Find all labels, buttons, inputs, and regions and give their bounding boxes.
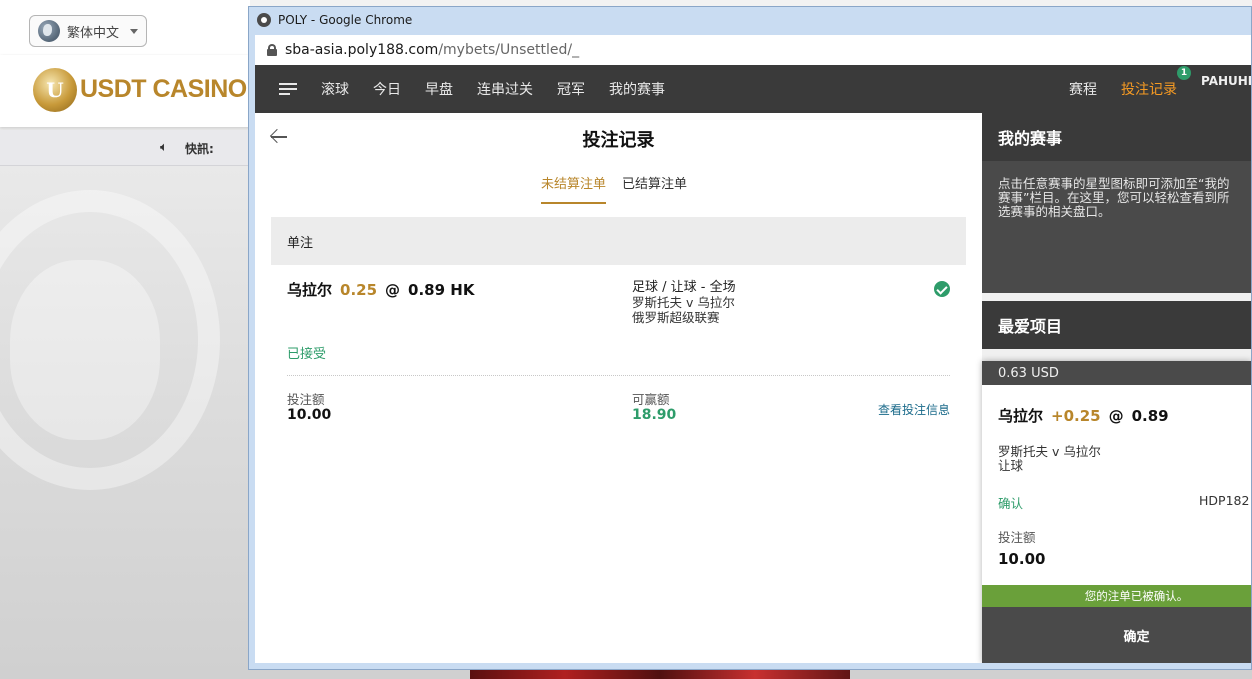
section-single-bets: 单注 [271, 217, 966, 265]
nav-item-schedule[interactable]: 赛程 [1069, 79, 1097, 99]
nav-item-my-events[interactable]: 我的赛事 [609, 79, 665, 99]
casino-logo-icon[interactable]: U [33, 68, 77, 112]
tab-unsettled[interactable]: 未结算注单 [541, 173, 607, 204]
top-nav: 滚球 今日 早盘 连串过关 冠军 我的赛事 赛程 投注记录 1 PAHUHK [255, 65, 1251, 113]
popup-balance: 0.63 USD [982, 361, 1251, 385]
favorites-title: 最爱项目 [998, 317, 1063, 336]
bet-league: 俄罗斯超级联赛 [632, 310, 720, 325]
nav-item-live[interactable]: 滚球 [321, 79, 349, 99]
language-select[interactable]: 繁体中文 [29, 15, 147, 47]
casino-logo-band: U USDT CASINO [0, 55, 250, 127]
popup-stake-label: 投注额 [998, 530, 1036, 545]
chevron-down-icon [130, 28, 139, 34]
nav-item-early[interactable]: 早盘 [425, 79, 453, 99]
popup-market: 让球 [998, 458, 1024, 473]
stake-label: 投注额 [287, 392, 325, 407]
bet-match: 罗斯托夫 v 乌拉尔 [632, 295, 735, 310]
bet-match-info: 足球 / 让球 - 全场 罗斯托夫 v 乌拉尔 俄罗斯超级联赛 [632, 280, 736, 325]
nav-item-bet-record[interactable]: 投注记录 1 [1121, 66, 1191, 99]
bet-at: @ [385, 281, 401, 299]
bet-record-panel: 投注记录 未结算注单 已结算注单 单注 乌拉尔 0.25 @ 0.89 HK 足… [255, 113, 982, 663]
popup-stake-amount: 10.00 [998, 550, 1046, 568]
chrome-icon [257, 13, 271, 27]
popup-confirm-status: 确认 [998, 496, 1024, 511]
bet-team: 乌拉尔 [287, 281, 333, 299]
bet-count-badge: 1 [1177, 66, 1191, 80]
nav-item-parlay[interactable]: 连串过关 [477, 79, 533, 99]
bet-confirmation-popup: 0.63 USD 乌拉尔 +0.25 @ 0.89 罗斯托夫 v 乌拉尔 让球 … [982, 361, 1251, 663]
my-events-card: 我的赛事 点击任意赛事的星型图标即可添加至“我的赛事”栏目。在这里，您可以轻松查… [982, 113, 1251, 293]
bet-record-label: 投注记录 [1121, 82, 1177, 98]
page-title: 投注记录 [582, 130, 655, 151]
url-host: sba-asia.poly188.com [285, 42, 439, 58]
confirmation-banner: 您的注单已被确认。 [982, 585, 1251, 607]
popup-at: @ [1108, 407, 1124, 425]
bet-market: 足球 / 让球 - 全场 [632, 280, 736, 295]
favorites-card[interactable]: 最爱项目 [982, 301, 1251, 349]
stake-amount: 10.00 [287, 407, 332, 423]
stake-block: 投注额 10.00 [287, 392, 332, 424]
nav-right: 赛程 投注记录 1 PAHUHK [1069, 65, 1251, 113]
hamburger-menu-icon[interactable] [279, 83, 297, 95]
popup-match-info: 罗斯托夫 v 乌拉尔 让球 [998, 445, 1101, 473]
win-label: 可赢额 [632, 392, 670, 407]
window-title: POLY - Google Chrome [278, 13, 413, 27]
lock-icon[interactable] [267, 44, 277, 56]
win-amount: 18.90 [632, 407, 677, 423]
bet-status: 已接受 [287, 347, 327, 362]
url-path: /mybets/Unsettled/_ [438, 42, 580, 58]
popup-odds: 0.89 [1131, 407, 1169, 425]
news-label: 快訊: [185, 142, 214, 156]
popup-match: 罗斯托夫 v 乌拉尔 [998, 444, 1101, 459]
win-block: 可赢额 18.90 [632, 392, 677, 424]
popup-handicap: +0.25 [1051, 407, 1101, 425]
divider [287, 375, 950, 376]
language-label: 繁体中文 [67, 25, 120, 41]
check-circle-icon [934, 281, 950, 297]
nav-item-today[interactable]: 今日 [373, 79, 401, 99]
nav-item-outright[interactable]: 冠军 [557, 79, 585, 99]
speaker-icon: 🔈︎ [160, 140, 168, 155]
user-account[interactable]: PAHUHK [1201, 74, 1251, 88]
bet-status-tabs: 未结算注单 已结算注单 [541, 173, 687, 204]
page-viewport: 滚球 今日 早盘 连串过关 冠军 我的赛事 赛程 投注记录 1 PAHUHK 投… [255, 65, 1251, 663]
casino-logo-text[interactable]: USDT CASINO [80, 75, 247, 104]
bet-odds: 0.89 HK [408, 281, 475, 299]
popup-team: 乌拉尔 [998, 407, 1044, 425]
news-ticker: 🔈︎ 快訊: [0, 130, 250, 166]
tab-settled[interactable]: 已结算注单 [622, 173, 687, 204]
bet-selection: 乌拉尔 0.25 @ 0.89 HK [287, 279, 474, 300]
window-titlebar[interactable]: POLY - Google Chrome [249, 7, 1251, 33]
address-bar[interactable]: sba-asia.poly188.com/mybets/Unsettled/_ [255, 35, 1251, 65]
globe-icon [38, 20, 60, 42]
my-events-hint: 点击任意赛事的星型图标即可添加至“我的赛事”栏目。在这里，您可以轻松查看到所选赛… [982, 161, 1251, 293]
ok-button[interactable]: 确定 [982, 607, 1251, 663]
bet-handicap: 0.25 [340, 281, 378, 299]
bet-card: 乌拉尔 0.25 @ 0.89 HK 足球 / 让球 - 全场 罗斯托夫 v 乌… [271, 265, 966, 445]
popup-selection: 乌拉尔 +0.25 @ 0.89 [998, 405, 1169, 426]
chrome-window: POLY - Google Chrome sba-asia.poly188.co… [248, 6, 1252, 670]
view-bet-details-link[interactable]: 查看投注信息 [878, 401, 950, 418]
my-events-title: 我的赛事 [998, 129, 1063, 148]
coin-decoration [10, 260, 160, 440]
popup-stake-block: 投注额 10.00 [998, 530, 1046, 568]
popup-bet-code: HDP182 [1199, 493, 1250, 508]
